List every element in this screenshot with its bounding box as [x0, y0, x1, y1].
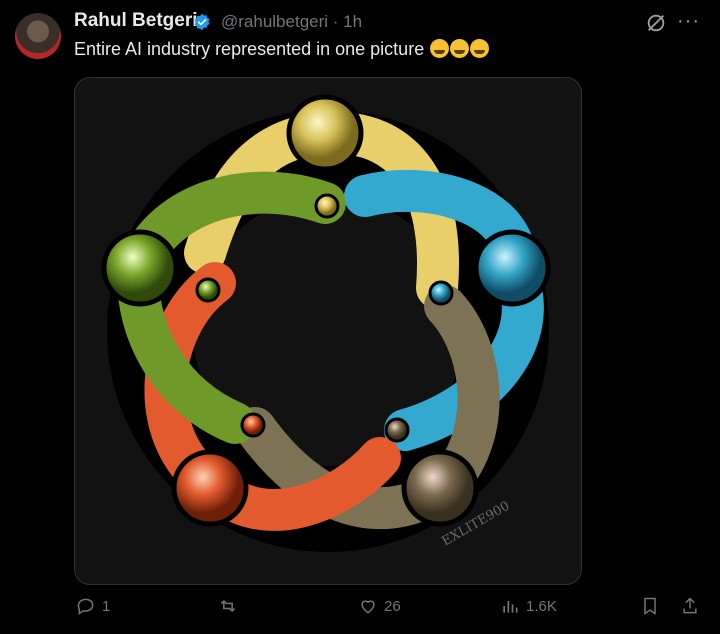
reply-button[interactable]: 1	[76, 596, 110, 616]
repost-button[interactable]	[218, 596, 244, 616]
post-text: Entire AI industry represented in one pi…	[74, 39, 490, 60]
reply-icon	[77, 598, 94, 615]
like-button[interactable]: 26	[358, 596, 401, 616]
heart-icon	[361, 600, 375, 614]
post-image[interactable]: EXLITE900	[74, 77, 582, 585]
action-bar: 1 26 1.6K	[0, 596, 720, 626]
laughing-emoji-icon	[450, 39, 470, 58]
handle-and-time[interactable]: @rahulbetgeri · 1h	[221, 12, 362, 32]
bookmark-icon	[644, 597, 656, 615]
separator-dot: ·	[328, 12, 344, 31]
views-chart-icon	[503, 601, 518, 613]
like-count: 26	[384, 597, 401, 615]
views-button[interactable]: 1.6K	[500, 596, 557, 616]
author-handle[interactable]: @rahulbetgeri	[221, 12, 328, 31]
reply-count: 1	[102, 597, 111, 615]
more-options-icon[interactable]: ···	[677, 10, 700, 33]
laughing-emoji-icon	[470, 39, 490, 58]
post-time[interactable]: 1h	[343, 12, 362, 31]
author-avatar[interactable]	[15, 13, 61, 59]
share-button[interactable]	[680, 596, 700, 616]
author-name[interactable]: Rahul Betgeri	[74, 10, 198, 32]
ring-of-hands-illustration: EXLITE900	[101, 94, 551, 552]
repost-icon	[220, 599, 236, 613]
bookmark-button[interactable]	[640, 596, 660, 616]
view-count: 1.6K	[526, 597, 557, 615]
grok-icon[interactable]	[645, 12, 667, 34]
share-icon	[683, 597, 697, 614]
post-text-body: Entire AI industry represented in one pi…	[74, 39, 425, 59]
laughing-emoji-icon	[430, 39, 450, 58]
verified-badge-icon	[194, 13, 210, 31]
